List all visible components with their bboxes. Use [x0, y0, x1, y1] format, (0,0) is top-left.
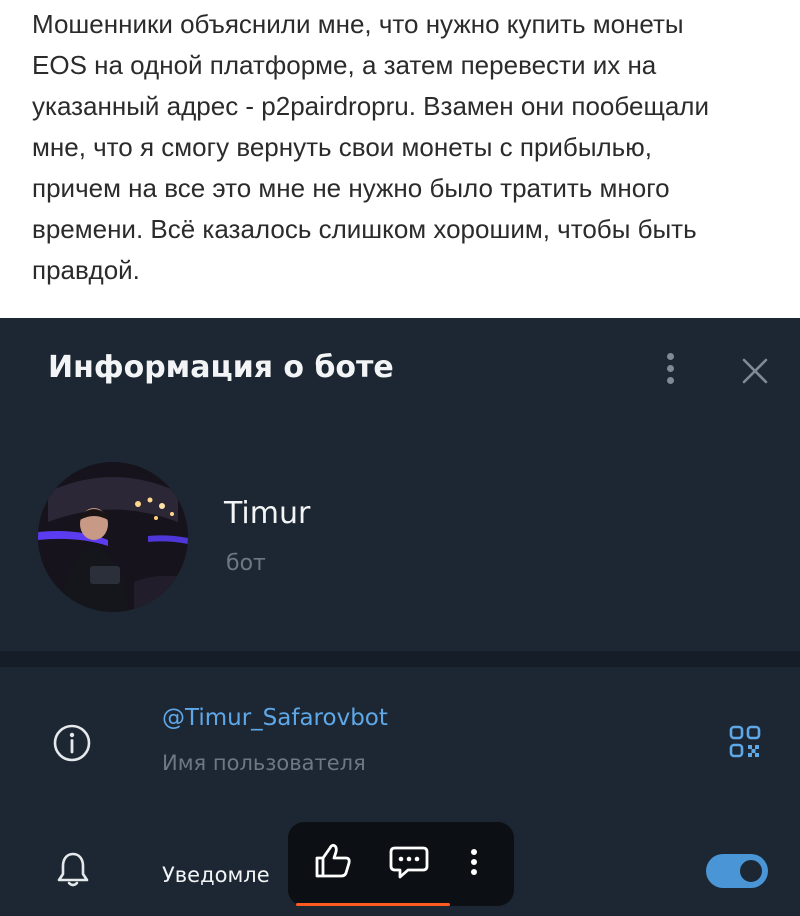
bot-role: бот: [226, 551, 266, 576]
more-options-icon[interactable]: [656, 350, 684, 390]
comment-icon[interactable]: [384, 836, 434, 886]
article-line: EOS на одной платформе, а затем перевест…: [32, 50, 657, 80]
article-text: Мошенники объяснили мне, что нужно купит…: [0, 0, 800, 318]
section-divider: [0, 651, 800, 667]
article-line: Мошенники объяснили мне, что нужно купит…: [32, 9, 684, 39]
article-line: мне, что я смогу вернуть свои монеты с п…: [32, 132, 652, 162]
avatar[interactable]: [38, 462, 188, 612]
more-vertical-icon[interactable]: [454, 836, 494, 886]
bot-username[interactable]: @Timur_Safarovbot: [162, 705, 388, 731]
article-line: причем на все это мне не нужно было трат…: [32, 173, 670, 203]
bot-info-screenshot: Информация о боте Timur бот @Timur_Safar…: [0, 318, 800, 916]
panel-title: Информация о боте: [48, 350, 394, 385]
notifications-toggle[interactable]: [706, 854, 768, 888]
username-label: Имя пользователя: [162, 751, 366, 775]
toggle-knob: [737, 857, 765, 885]
article-line: времени. Всё казалось слишком хорошим, ч…: [32, 214, 697, 244]
article-line: указанный адрес - p2pairdropru. Взамен о…: [32, 91, 709, 121]
bell-icon: [57, 852, 89, 887]
qr-code-icon[interactable]: [728, 724, 762, 760]
article-line: правдой.: [32, 255, 140, 285]
bot-name: Timur: [224, 496, 311, 531]
active-indicator: [296, 903, 450, 906]
reaction-bar: [288, 822, 514, 906]
info-icon: [53, 724, 91, 762]
close-icon[interactable]: [735, 351, 775, 391]
thumbs-up-icon[interactable]: [308, 836, 358, 886]
notifications-label: Уведомле: [162, 863, 270, 887]
